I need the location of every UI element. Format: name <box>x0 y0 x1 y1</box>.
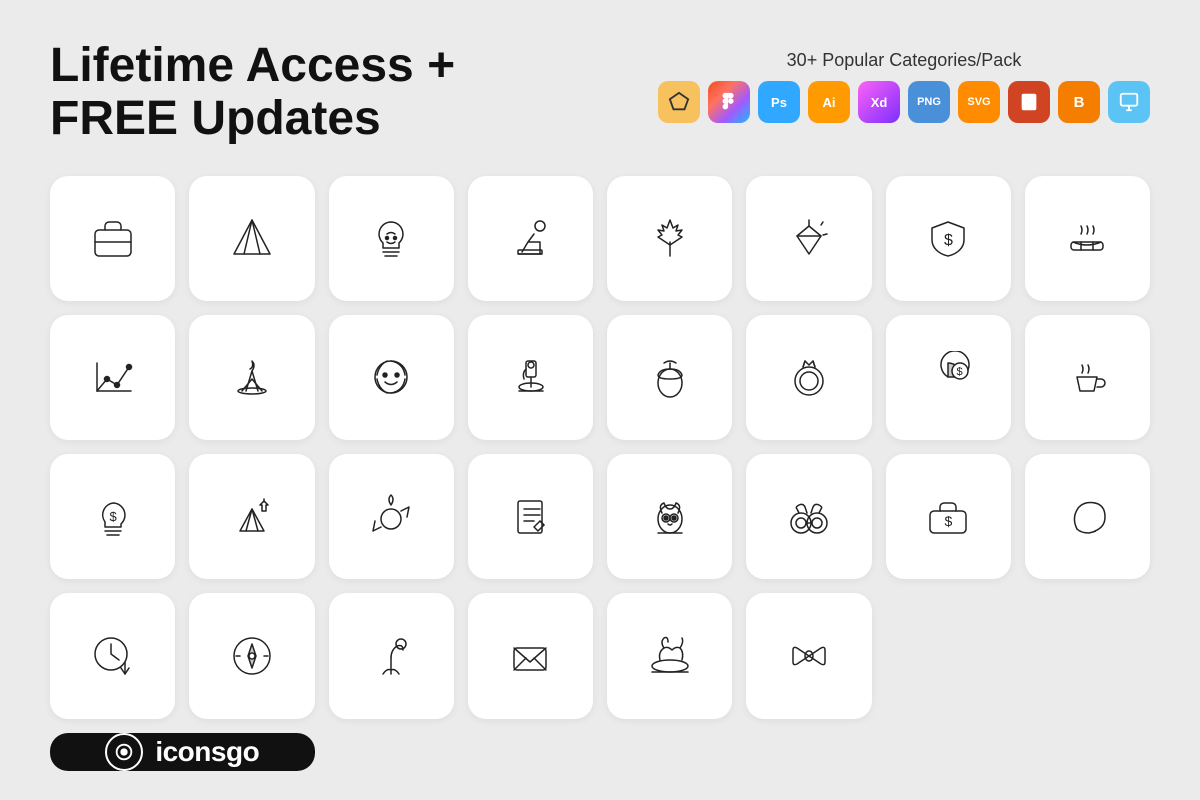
svg-text:$: $ <box>109 509 117 524</box>
water-refresh-icon-card <box>329 454 454 579</box>
brand-card: iconsgo <box>50 733 315 771</box>
empty-card-1 <box>886 593 1011 718</box>
camp-tree-icon-card <box>189 454 314 579</box>
blogger-badge: B <box>1058 81 1100 123</box>
compass-icon-card <box>189 593 314 718</box>
svg-badge: SVG <box>958 81 1000 123</box>
format-badges: Ps Ai Xd PNG SVG B <box>658 81 1150 123</box>
pie-chart-dollar-icon-card: $ <box>886 315 1011 440</box>
campfire-icon-card <box>189 315 314 440</box>
lamp-hand-icon-card <box>329 593 454 718</box>
headline: Lifetime Access + FREE Updates <box>50 40 455 146</box>
maple-leaf-icon-card <box>607 176 732 301</box>
categories-text: 30+ Popular Categories/Pack <box>787 50 1022 71</box>
roast-chicken-icon-card <box>607 593 732 718</box>
diamond-sparkle-icon-card <box>746 176 871 301</box>
bowtie-icon-card <box>746 593 871 718</box>
xd-badge: Xd <box>858 81 900 123</box>
hot-food-icon-card <box>1025 176 1150 301</box>
icons-grid: $ $ <box>50 176 1150 771</box>
banana-icon-card <box>1025 454 1150 579</box>
sync-face-icon-card <box>329 315 454 440</box>
top-section: Lifetime Access + FREE Updates 30+ Popul… <box>50 40 1150 146</box>
svg-text:$: $ <box>944 232 953 249</box>
dollar-bulb-icon-card: $ <box>50 454 175 579</box>
svg-text:$: $ <box>945 513 953 529</box>
brand-icon <box>105 733 143 771</box>
line-chart-icon-card <box>50 315 175 440</box>
tent-icon-card <box>189 176 314 301</box>
ppt-badge <box>1008 81 1050 123</box>
ai-badge: Ai <box>808 81 850 123</box>
sketch-badge <box>658 81 700 123</box>
top-right: 30+ Popular Categories/Pack Ps Ai Xd PNG… <box>658 40 1150 123</box>
binoculars-icon-card <box>746 454 871 579</box>
brand-name: iconsgo <box>155 736 259 768</box>
briefcase-dollar-icon-card: $ <box>886 454 1011 579</box>
figma-badge <box>708 81 750 123</box>
person-desk-icon-card <box>468 176 593 301</box>
png-badge: PNG <box>908 81 950 123</box>
acorn-icon-card <box>607 315 732 440</box>
ring-icon-card <box>746 315 871 440</box>
main-container: Lifetime Access + FREE Updates 30+ Popul… <box>0 0 1200 800</box>
idea-icon-card <box>329 176 454 301</box>
notepad-icon-card <box>468 454 593 579</box>
svg-text:$: $ <box>957 366 963 378</box>
keynote-badge <box>1108 81 1150 123</box>
ps-badge: Ps <box>758 81 800 123</box>
briefcase-icon-card <box>50 176 175 301</box>
shield-dollar-icon-card: $ <box>886 176 1011 301</box>
clock-down-icon-card <box>50 593 175 718</box>
coffee-cup-icon-card <box>1025 315 1150 440</box>
envelope-icon-card <box>468 593 593 718</box>
owl-icon-card <box>607 454 732 579</box>
microscope-icon-card <box>468 315 593 440</box>
